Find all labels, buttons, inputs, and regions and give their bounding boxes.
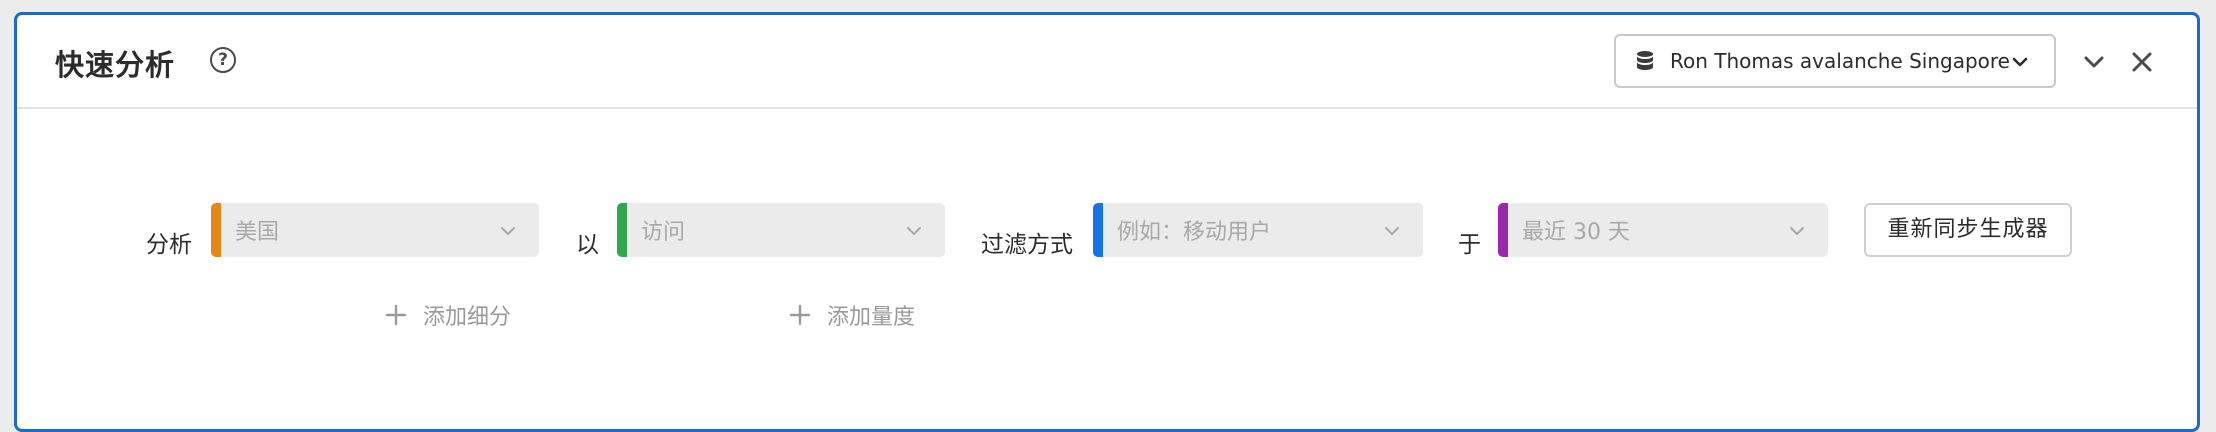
report-suite-selector[interactable]: Ron Thomas avalanche Singapore (1614, 34, 2056, 88)
plus-icon (789, 304, 811, 326)
date-range-placeholder: 最近 30 天 (1522, 220, 1630, 245)
add-metric-label: 添加量度 (827, 305, 916, 330)
date-range-color-bar (1498, 203, 1508, 257)
chevron-down-icon (907, 227, 921, 235)
dimension-color-bar (211, 203, 221, 257)
metric-dropdown[interactable]: 访问 (617, 203, 945, 257)
close-icon[interactable] (2129, 49, 2155, 75)
chevron-down-icon (1790, 227, 1804, 235)
collapse-chevron-icon[interactable] (2081, 49, 2107, 75)
dimension-placeholder: 美国 (235, 220, 280, 245)
quick-insights-panel: 快速分析 ? Ron Thomas avalanche Singapore 分析… (14, 12, 2200, 432)
metric-color-bar (617, 203, 627, 257)
rebuild-builder-button[interactable]: 重新同步生成器 (1864, 203, 2072, 257)
metric-placeholder: 访问 (641, 220, 686, 245)
segment-dropdown[interactable]: 例如：移动用户 (1093, 203, 1423, 257)
chevron-down-icon (2012, 57, 2028, 67)
dimension-label: 分析 (146, 232, 192, 258)
add-breakdown-button[interactable]: 添加细分 (385, 299, 511, 331)
metric-label: 以 (576, 232, 599, 258)
help-icon[interactable]: ? (210, 47, 236, 73)
segment-color-bar (1093, 203, 1103, 257)
chevron-down-icon (501, 227, 515, 235)
plus-icon (385, 304, 407, 326)
add-breakdown-label: 添加细分 (423, 305, 512, 330)
segment-label: 过滤方式 (981, 232, 1073, 258)
chevron-down-icon (1385, 227, 1399, 235)
panel-header: 快速分析 ? Ron Thomas avalanche Singapore (17, 15, 2197, 109)
database-icon (1637, 51, 1653, 70)
add-metric-button[interactable]: 添加量度 (789, 299, 915, 331)
report-suite-label: Ron Thomas avalanche Singapore (1670, 49, 2010, 73)
segment-placeholder: 例如：移动用户 (1117, 220, 1272, 245)
date-range-dropdown[interactable]: 最近 30 天 (1498, 203, 1828, 257)
dimension-dropdown[interactable]: 美国 (211, 203, 539, 257)
panel-title: 快速分析 (55, 48, 176, 82)
date-range-label: 于 (1458, 232, 1481, 258)
